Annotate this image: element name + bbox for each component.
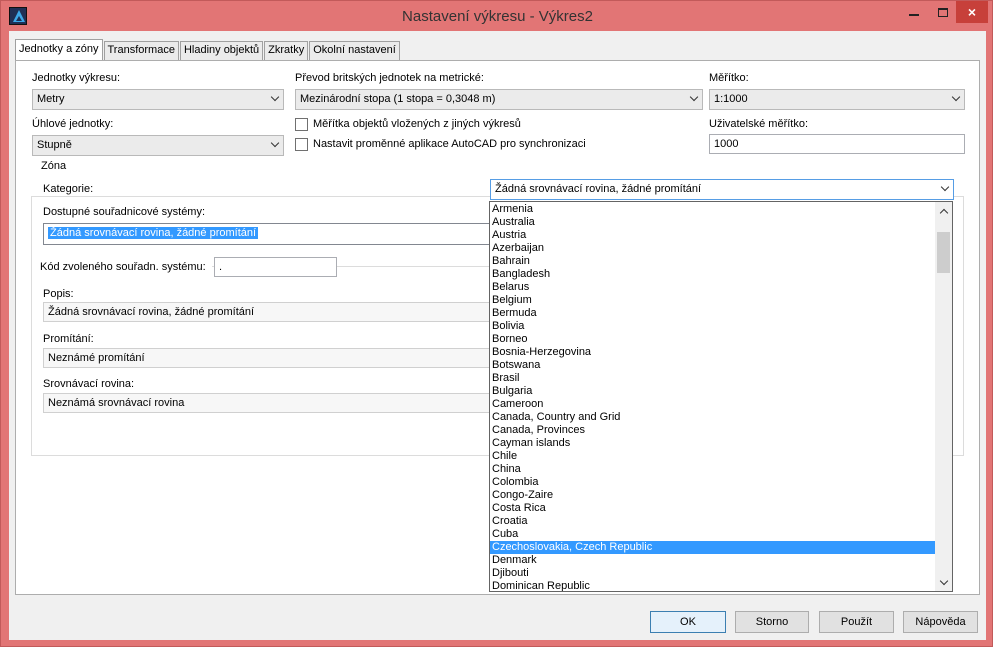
angular-units-label: Úhlové jednotky: xyxy=(32,118,114,130)
available-systems-label: Dostupné souřadnicové systémy: xyxy=(43,206,206,218)
dropdown-option[interactable]: Djibouti xyxy=(490,567,936,580)
projection-field: Neznámé promítání xyxy=(43,348,503,368)
dropdown-option[interactable]: Azerbaijan xyxy=(490,242,936,255)
dropdown-option[interactable]: Belarus xyxy=(490,281,936,294)
tab-object-layers[interactable]: Hladiny objektů xyxy=(179,41,264,61)
tab-transformation[interactable]: Transformace xyxy=(103,41,179,61)
dropdown-option[interactable]: Cameroon xyxy=(490,398,936,411)
tab-strip: Jednotky a zóny Transformace Hladiny obj… xyxy=(15,39,401,61)
dropdown-option[interactable]: Bangladesh xyxy=(490,268,936,281)
ok-button[interactable]: OK xyxy=(650,611,726,633)
dropdown-option[interactable]: Botswana xyxy=(490,359,936,372)
dropdown-option[interactable]: Armenia xyxy=(490,203,936,216)
dropdown-option[interactable]: Denmark xyxy=(490,554,936,567)
tab-shortcuts[interactable]: Zkratky xyxy=(264,41,309,61)
scrollbar-thumb[interactable] xyxy=(937,232,950,273)
description-label: Popis: xyxy=(43,288,74,300)
cancel-button[interactable]: Storno xyxy=(735,611,809,633)
available-system-selected[interactable]: Žádná srovnávací rovina, žádné promítání xyxy=(48,227,259,239)
dropdown-option[interactable]: Chile xyxy=(490,450,936,463)
system-code-input[interactable]: . xyxy=(214,257,337,277)
dropdown-option[interactable]: Dominican Republic xyxy=(490,580,936,591)
description-field: Žádná srovnávací rovina, žádné promítání xyxy=(43,302,503,322)
scale-label: Měřítko: xyxy=(709,72,749,84)
system-code-label: Kód zvoleného souřadn. systému: xyxy=(40,261,206,273)
dropdown-option[interactable]: Cayman islands xyxy=(490,437,936,450)
dropdown-option[interactable]: Croatia xyxy=(490,515,936,528)
dropdown-option[interactable]: Czechoslovakia, Czech Republic xyxy=(490,541,936,554)
scroll-down-button[interactable] xyxy=(935,574,952,591)
category-value: Žádná srovnávací rovina, žádné promítání xyxy=(495,183,702,195)
dropdown-scrollbar[interactable] xyxy=(935,202,952,591)
scale-value: 1:1000 xyxy=(714,93,748,105)
projection-label: Promítání: xyxy=(43,333,94,345)
chevron-down-icon xyxy=(689,92,699,104)
category-dropdown-list[interactable]: Armenia Australia Austria Azerbaijan Bahrain… xyxy=(489,201,953,592)
tab-environment[interactable]: Okolní nastavení xyxy=(309,41,400,61)
maximize-icon xyxy=(938,7,948,17)
dropdown-option[interactable]: Bolivia xyxy=(490,320,936,333)
minimize-button[interactable] xyxy=(899,1,929,23)
angular-units-select[interactable]: Stupně xyxy=(32,135,284,156)
category-select[interactable]: Žádná srovnávací rovina, žádné promítání xyxy=(490,179,954,200)
scale-select[interactable]: 1:1000 xyxy=(709,89,965,110)
category-label: Kategorie: xyxy=(43,183,94,195)
dropdown-option[interactable]: Cuba xyxy=(490,528,936,541)
datum-field: Neznámá srovnávací rovina xyxy=(43,393,503,413)
dropdown-option[interactable]: Congo-Zaire xyxy=(490,489,936,502)
custom-scale-input[interactable]: 1000 xyxy=(709,134,965,154)
chevron-down-icon xyxy=(939,576,948,586)
angular-units-value: Stupně xyxy=(37,139,72,151)
chevron-down-icon xyxy=(270,138,280,150)
minimize-icon xyxy=(909,14,919,16)
window-title: Nastavení výkresu - Výkres2 xyxy=(402,8,593,25)
dropdown-option[interactable]: Canada, Country and Grid xyxy=(490,411,936,424)
help-button[interactable]: Nápověda xyxy=(903,611,978,633)
drawing-units-label: Jednotky výkresu: xyxy=(32,72,121,84)
unit-conversion-label: Převod britských jednotek na metrické: xyxy=(295,72,484,84)
available-systems-list[interactable]: Žádná srovnávací rovina, žádné promítání xyxy=(43,223,503,245)
category-options: Armenia Australia Austria Azerbaijan Bahrain… xyxy=(490,202,936,591)
scale-objects-checkbox[interactable] xyxy=(295,118,308,131)
unit-conversion-value: Mezinárodní stopa (1 stopa = 0,3048 m) xyxy=(300,93,496,105)
dropdown-option[interactable]: Belgium xyxy=(490,294,936,307)
zone-group-title: Zóna xyxy=(38,160,70,172)
datum-label: Srovnávací rovina: xyxy=(43,378,135,390)
chevron-up-icon xyxy=(939,208,948,217)
dropdown-option[interactable]: Brasil xyxy=(490,372,936,385)
close-button[interactable]: × xyxy=(956,1,988,23)
tab-units-zones[interactable]: Jednotky a zóny xyxy=(15,39,103,61)
sync-variables-checkbox[interactable] xyxy=(295,138,308,151)
apply-button[interactable]: Použít xyxy=(819,611,894,633)
dropdown-option[interactable]: Australia xyxy=(490,216,936,229)
dropdown-option[interactable]: Borneo xyxy=(490,333,936,346)
dropdown-option[interactable]: Bermuda xyxy=(490,307,936,320)
dropdown-option[interactable]: Bosnia-Herzegovina xyxy=(490,346,936,359)
dropdown-option[interactable]: Bahrain xyxy=(490,255,936,268)
dropdown-option[interactable]: Colombia xyxy=(490,476,936,489)
custom-scale-label: Uživatelské měřítko: xyxy=(709,118,809,130)
dropdown-option[interactable]: Austria xyxy=(490,229,936,242)
maximize-button[interactable] xyxy=(930,1,956,23)
sync-variables-label: Nastavit proměnné aplikace AutoCAD pro s… xyxy=(313,138,586,150)
drawing-units-value: Metry xyxy=(37,93,65,105)
unit-conversion-select[interactable]: Mezinárodní stopa (1 stopa = 0,3048 m) xyxy=(295,89,703,110)
dialog-client-area: Jednotky a zóny Transformace Hladiny obj… xyxy=(9,31,986,640)
dropdown-option[interactable]: Costa Rica xyxy=(490,502,936,515)
scale-objects-label: Měřítka objektů vložených z jiných výkre… xyxy=(313,118,521,130)
dropdown-option[interactable]: China xyxy=(490,463,936,476)
dialog-window: Nastavení výkresu - Výkres2 × Jednotky a… xyxy=(0,0,993,647)
dropdown-option[interactable]: Canada, Provinces xyxy=(490,424,936,437)
chevron-down-icon xyxy=(951,92,961,104)
chevron-down-icon xyxy=(270,92,280,104)
drawing-units-select[interactable]: Metry xyxy=(32,89,284,110)
dropdown-option[interactable]: Bulgaria xyxy=(490,385,936,398)
chevron-down-icon xyxy=(940,182,950,194)
scroll-up-button[interactable] xyxy=(935,202,952,219)
title-bar[interactable]: Nastavení výkresu - Výkres2 × xyxy=(1,1,993,31)
